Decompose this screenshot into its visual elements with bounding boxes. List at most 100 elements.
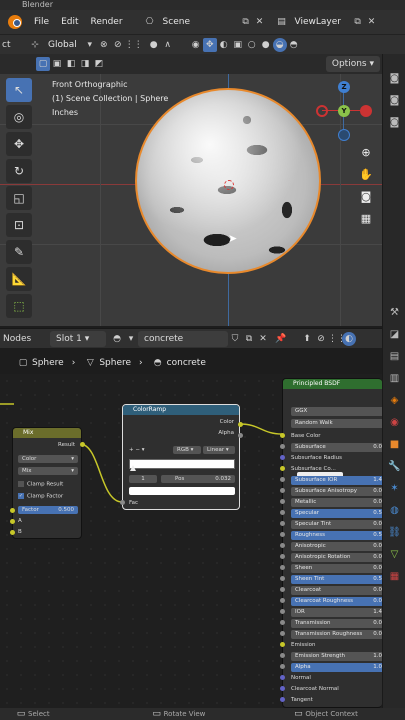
annotate-tool-icon[interactable]: ✎ bbox=[6, 240, 32, 264]
mix-node-header[interactable]: Mix bbox=[13, 428, 81, 438]
constraints-properties-icon[interactable]: ⛓ bbox=[383, 522, 405, 544]
bsdf-input-slider[interactable]: Clearcoat Roughness 0.0 bbox=[291, 597, 382, 606]
data-properties-icon[interactable]: ▽ bbox=[383, 544, 405, 566]
bsdf-input-socket[interactable] bbox=[280, 499, 285, 504]
bsdf-input-slider[interactable]: Roughness 0.5 bbox=[291, 531, 382, 540]
material-browse-icon[interactable]: ◓ bbox=[110, 332, 124, 346]
bsdf-input-slider[interactable]: Alpha 1.0 bbox=[291, 663, 382, 672]
bsdf-input-socket[interactable] bbox=[280, 510, 285, 515]
blender-logo-icon[interactable] bbox=[8, 15, 22, 29]
factor-slider[interactable]: Factor 0.500 bbox=[18, 506, 78, 514]
bsdf-input-socket[interactable] bbox=[280, 543, 285, 548]
shading-wire-icon[interactable]: ○ bbox=[245, 38, 259, 52]
clamp-result-checkbox[interactable]: Clamp Result bbox=[18, 481, 63, 488]
ramp-stop-color-swatch[interactable] bbox=[129, 487, 235, 495]
bsdf-input-socket[interactable] bbox=[280, 642, 285, 647]
select-mode-invert-icon[interactable]: ◨ bbox=[78, 57, 92, 71]
bsdf-input-socket[interactable] bbox=[280, 444, 285, 449]
visibility-icon[interactable]: ◉ bbox=[189, 38, 203, 52]
snap-target-icon[interactable]: ⋮⋮ bbox=[125, 38, 143, 52]
shading-material-icon[interactable]: ◒ bbox=[272, 37, 287, 52]
mix-type-dropdown[interactable]: Color ▾ bbox=[18, 455, 78, 463]
bsdf-input-socket[interactable] bbox=[280, 532, 285, 537]
delete-scene-icon[interactable]: ✕ bbox=[253, 15, 267, 29]
principled-bsdf-node[interactable]: Principled BSDF GGX Random Walk Base Col… bbox=[282, 378, 382, 708]
mix-a-socket[interactable] bbox=[10, 519, 15, 524]
material-name-field[interactable]: concrete bbox=[138, 330, 228, 347]
principled-node-header[interactable]: Principled BSDF bbox=[283, 379, 382, 389]
bsdf-input-slider[interactable]: Metallic 0.0 bbox=[291, 498, 382, 507]
view-layer-properties-icon[interactable]: ▥ bbox=[383, 368, 405, 390]
bsdf-input-socket[interactable] bbox=[280, 565, 285, 570]
slot-dropdown[interactable]: Slot 1 ▾ bbox=[50, 330, 106, 347]
bsdf-input-slider[interactable]: Transmission 0.0 bbox=[291, 619, 382, 628]
particles-properties-icon[interactable]: ✶ bbox=[383, 478, 405, 500]
bsdf-input-socket[interactable] bbox=[280, 466, 285, 471]
snap-target-icon[interactable]: ⋮⋮ bbox=[328, 332, 346, 346]
select-mode-box-icon[interactable]: ▢ bbox=[36, 57, 50, 71]
new-view-layer-icon[interactable]: ⧉ bbox=[351, 15, 365, 29]
bsdf-input-socket[interactable] bbox=[280, 675, 285, 680]
bsdf-input-slider[interactable]: Transmission Roughness 0.0 bbox=[291, 630, 382, 639]
parent-node-tree-icon[interactable]: ⬆ bbox=[300, 332, 314, 346]
unlink-material-icon[interactable]: ✕ bbox=[256, 332, 270, 346]
menu-file[interactable]: File bbox=[28, 17, 55, 27]
bsdf-input-slider[interactable]: Subsurface 0.0 bbox=[291, 443, 382, 452]
bsdf-input-slider[interactable]: Anisotropic 0.0 bbox=[291, 542, 382, 551]
snap-icon[interactable]: ⊘ bbox=[111, 38, 125, 52]
bsdf-input-socket[interactable] bbox=[280, 697, 285, 702]
3d-viewport[interactable]: Front Orthographic (1) Scene Collection … bbox=[0, 74, 382, 326]
gizmo-z-axis[interactable]: Z bbox=[338, 81, 350, 93]
modifier-properties-icon[interactable]: 🔧 bbox=[383, 456, 405, 478]
move-tool-icon[interactable]: ✥ bbox=[6, 132, 32, 156]
falloff-icon[interactable]: ∧ bbox=[161, 38, 175, 52]
bsdf-input-socket[interactable] bbox=[280, 686, 285, 691]
bsdf-input-slider[interactable]: Subsurface Anisotropy 0.0 bbox=[291, 487, 382, 496]
bsdf-input-slider[interactable]: Sheen 0.0 bbox=[291, 564, 382, 573]
breadcrumb-material[interactable]: concrete bbox=[167, 358, 206, 368]
bsdf-input-socket[interactable] bbox=[280, 576, 285, 581]
bsdf-input-socket[interactable] bbox=[280, 653, 285, 658]
mix-factor-socket[interactable] bbox=[10, 508, 15, 513]
object-properties-icon[interactable]: ■ bbox=[383, 434, 405, 456]
bsdf-input-socket[interactable] bbox=[280, 664, 285, 669]
transform-tool-icon[interactable]: ⊡ bbox=[6, 213, 32, 237]
ramp-stop-marker[interactable] bbox=[130, 465, 136, 471]
bsdf-input-socket[interactable] bbox=[280, 477, 285, 482]
gizmo-x-axis[interactable] bbox=[360, 105, 372, 117]
colorramp-node[interactable]: ColorRamp Color Alpha + − ▾ RGB ▾ Linear… bbox=[122, 404, 240, 510]
shading-solid-icon[interactable]: ● bbox=[259, 38, 273, 52]
add-cube-tool-icon[interactable]: ⬚ bbox=[6, 294, 32, 318]
physics-properties-icon[interactable]: ◍ bbox=[383, 500, 405, 522]
rotate-tool-icon[interactable]: ↻ bbox=[6, 159, 32, 183]
bsdf-input-socket[interactable] bbox=[280, 433, 285, 438]
fake-user-icon[interactable]: ⛉ bbox=[228, 332, 242, 346]
zoom-icon[interactable]: ⊕ bbox=[357, 144, 375, 162]
cursor-tool-icon[interactable]: ◎ bbox=[6, 105, 32, 129]
camera-icon[interactable]: ◙ bbox=[357, 188, 375, 206]
select-tool-icon[interactable]: ↖ bbox=[6, 78, 32, 102]
clamp-factor-checkbox[interactable]: ✓ Clamp Factor bbox=[18, 493, 63, 500]
breadcrumb-mesh[interactable]: Sphere bbox=[99, 358, 131, 368]
distribution-dropdown[interactable]: GGX bbox=[291, 407, 382, 416]
bsdf-input-slider[interactable]: Specular 0.5 bbox=[291, 509, 382, 518]
bsdf-input-slider[interactable]: Subsurface IOR 1.4 bbox=[291, 476, 382, 485]
ramp-fac-socket[interactable] bbox=[120, 500, 125, 505]
ortho-grid-icon[interactable]: ▦ bbox=[357, 210, 375, 228]
ramp-pos-field[interactable]: Pos 0.032 bbox=[161, 475, 235, 483]
bsdf-input-socket[interactable] bbox=[280, 598, 285, 603]
select-mode-extend-icon[interactable]: ▣ bbox=[50, 57, 64, 71]
bsdf-input-socket[interactable] bbox=[280, 631, 285, 636]
proportional-edit-icon[interactable]: ● bbox=[147, 38, 161, 52]
ramp-color-socket[interactable] bbox=[238, 422, 243, 427]
color-ramp-gradient[interactable] bbox=[129, 459, 235, 469]
scene-selector[interactable]: Scene bbox=[157, 17, 239, 27]
overlay-toggle-icon[interactable]: ◐ bbox=[217, 38, 231, 52]
select-mode-subtract-icon[interactable]: ◧ bbox=[64, 57, 78, 71]
select-mode-intersect-icon[interactable]: ◩ bbox=[92, 57, 106, 71]
xray-icon[interactable]: ▣ bbox=[231, 38, 245, 52]
subsurface-method-dropdown[interactable]: Random Walk bbox=[291, 419, 382, 428]
options-dropdown[interactable]: Options ▾ bbox=[325, 56, 380, 72]
gizmo-toggle-icon[interactable]: ✥ bbox=[202, 37, 217, 52]
delete-view-layer-icon[interactable]: ✕ bbox=[365, 15, 379, 29]
